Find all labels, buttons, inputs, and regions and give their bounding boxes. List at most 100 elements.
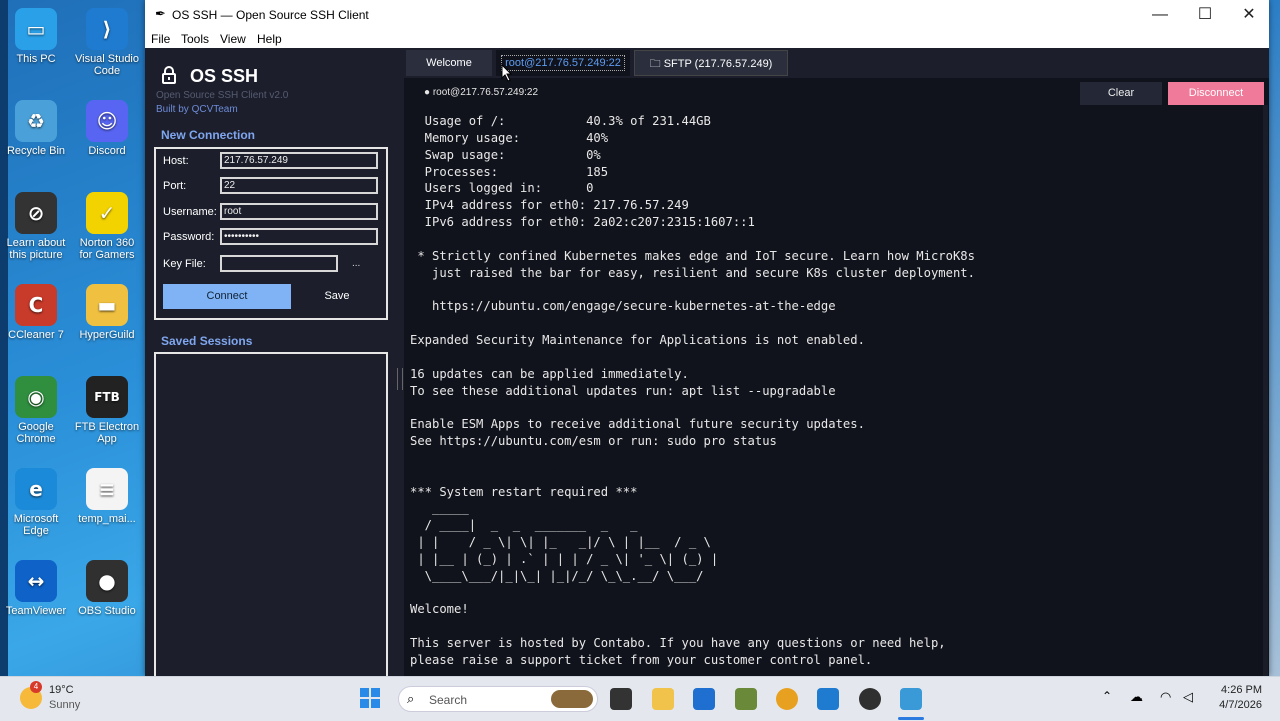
- disconnect-button[interactable]: Disconnect: [1168, 82, 1264, 105]
- desktop-icon[interactable]: ☺ Discord: [72, 100, 142, 157]
- tab-session-label: root@217.76.57.249:22: [501, 55, 625, 71]
- folder-icon: 🗀: [649, 58, 664, 70]
- obs-icon[interactable]: [859, 688, 881, 710]
- minimize-button[interactable]: —: [1138, 3, 1182, 27]
- new-connection-title: New Connection: [161, 128, 256, 142]
- vscode-icon[interactable]: [817, 688, 839, 710]
- terminal-line: Enable ESM Apps to receive additional fu…: [410, 417, 865, 432]
- tab-sftp[interactable]: 🗀 SFTP (217.76.57.249): [634, 50, 788, 76]
- terminal-line: 16 updates can be applied immediately.: [410, 366, 689, 381]
- desktop-icon[interactable]: ▭ This PC: [1, 8, 71, 65]
- terminal-line: | | / _ \| \| |_ _|/ \ | |__ / _ \: [410, 535, 711, 550]
- desktop-app-icon: ◉: [15, 376, 57, 418]
- app-name: OS SSH: [190, 66, 259, 86]
- weather-desc: Sunny: [49, 699, 81, 711]
- sidebar: OS SSH Open Source SSH Client v2.0 Built…: [145, 48, 395, 676]
- connect-button[interactable]: Connect: [163, 284, 291, 309]
- tab-bar: Welcome root@217.76.57.249:22 🗀 SFTP (21…: [404, 48, 1269, 78]
- desktop-icon[interactable]: ⟩ Visual Studio Code: [72, 8, 142, 77]
- desktop-icon[interactable]: ≡ temp_mai...: [72, 468, 142, 525]
- save-button[interactable]: Save: [295, 284, 379, 309]
- desktop-icon-label: HyperGuild: [79, 329, 135, 341]
- tab-welcome[interactable]: Welcome: [406, 50, 492, 76]
- file-explorer-icon[interactable]: [652, 688, 674, 710]
- terminal-line: *** System restart required ***: [410, 484, 638, 499]
- chevron-up-icon[interactable]: ⌃: [1102, 689, 1112, 703]
- tab-session[interactable]: root@217.76.57.249:22: [496, 50, 630, 76]
- tab-sftp-label: SFTP (217.76.57.249): [663, 58, 773, 70]
- desktop-icon[interactable]: ✓ Norton 360 for Gamers: [72, 192, 142, 261]
- username-label: Username:: [163, 206, 217, 218]
- start-button[interactable]: [360, 688, 380, 708]
- search-placeholder: Search: [429, 693, 468, 707]
- maximize-button[interactable]: ☐: [1183, 3, 1227, 27]
- keyfile-input[interactable]: [220, 255, 338, 272]
- desktop-icon[interactable]: ↔ TeamViewer: [1, 560, 71, 617]
- desktop-icon[interactable]: ▬ HyperGuild: [72, 284, 142, 341]
- menu-file[interactable]: File: [151, 32, 170, 46]
- taskbar-search[interactable]: ⌕ Search: [398, 686, 598, 712]
- desktop-icon[interactable]: FTB FTB Electron App: [72, 376, 142, 445]
- lock-icon: [162, 66, 176, 84]
- terminal-scrollbar[interactable]: [1263, 105, 1268, 676]
- terminal-line: Swap usage: 0%: [410, 147, 601, 162]
- clock-date[interactable]: 4/7/2026: [1206, 699, 1262, 711]
- saved-sessions-list[interactable]: [154, 352, 388, 676]
- username-input[interactable]: root: [220, 203, 378, 220]
- desktop-app-icon: C: [15, 284, 57, 326]
- menu-tools[interactable]: Tools: [181, 32, 209, 46]
- terminal-line: just raised the bar for easy, resilient …: [410, 265, 975, 280]
- os-ssh-taskbar-icon[interactable]: [900, 688, 922, 710]
- desktop-app-icon: ✓: [86, 192, 128, 234]
- password-label: Password:: [163, 231, 215, 243]
- mouse-cursor-icon: [501, 64, 513, 82]
- connection-status: ● root@217.76.57.249:22: [424, 87, 539, 98]
- desktop-icon[interactable]: ● OBS Studio: [72, 560, 142, 617]
- host-input[interactable]: 217.76.57.249: [220, 152, 378, 169]
- clock-time[interactable]: 4:26 PM: [1212, 684, 1262, 696]
- desktop-icon-label: temp_mai...: [78, 513, 136, 525]
- desktop-app-icon: ♻: [15, 100, 57, 142]
- desktop-icon[interactable]: ♻ Recycle Bin: [1, 100, 71, 157]
- keyfile-label: Key File:: [163, 258, 206, 270]
- menu-view[interactable]: View: [220, 32, 246, 46]
- window-title: OS SSH — Open Source SSH Client: [172, 8, 369, 22]
- terminal-line: Users logged in: 0: [410, 181, 594, 196]
- title-bar: ✒ OS SSH — Open Source SSH Client — ☐ ✕: [145, 0, 1269, 30]
- desktop-icon[interactable]: ⊘ Learn about this picture: [1, 192, 71, 261]
- port-input[interactable]: 22: [220, 177, 378, 194]
- menu-help[interactable]: Help: [257, 32, 282, 46]
- app-feather-icon: ✒: [155, 6, 166, 21]
- cloud-icon[interactable]: ☁: [1130, 689, 1143, 705]
- pane-splitter[interactable]: [397, 368, 403, 390]
- chrome-icon[interactable]: [776, 688, 798, 710]
- search-icon: ⌕: [407, 691, 415, 706]
- desktop-icon[interactable]: ◉ Google Chrome: [1, 376, 71, 445]
- weather-temp[interactable]: 19°C: [49, 684, 74, 696]
- volume-icon[interactable]: ◁: [1183, 689, 1193, 705]
- terminal-line: Welcome!: [410, 602, 469, 617]
- password-input[interactable]: ••••••••••: [220, 228, 378, 245]
- clear-button[interactable]: Clear: [1080, 82, 1162, 105]
- browse-keyfile-button[interactable]: ...: [352, 258, 360, 269]
- terminal-line: \____\___/|_|\_| |_|/_/ \_\_.__/ \___/: [410, 568, 704, 583]
- desktop-icon[interactable]: e Microsoft Edge: [1, 468, 71, 537]
- wifi-icon[interactable]: ◠: [1160, 689, 1171, 705]
- desktop-icon-label: OBS Studio: [78, 605, 136, 617]
- terminal-output[interactable]: Usage of /: 40.3% of 231.44GB Memory usa…: [410, 113, 1260, 673]
- minecraft-icon[interactable]: [735, 688, 757, 710]
- port-label: Port:: [163, 180, 187, 192]
- close-button[interactable]: ✕: [1227, 3, 1271, 27]
- task-view-icon[interactable]: [610, 688, 632, 710]
- store-icon[interactable]: [693, 688, 715, 710]
- desktop-icon[interactable]: C CCleaner 7: [1, 284, 71, 341]
- saved-sessions-title: Saved Sessions: [161, 334, 253, 348]
- desktop-app-icon: FTB: [86, 376, 128, 418]
- desktop-icon-label: Discord: [88, 145, 126, 157]
